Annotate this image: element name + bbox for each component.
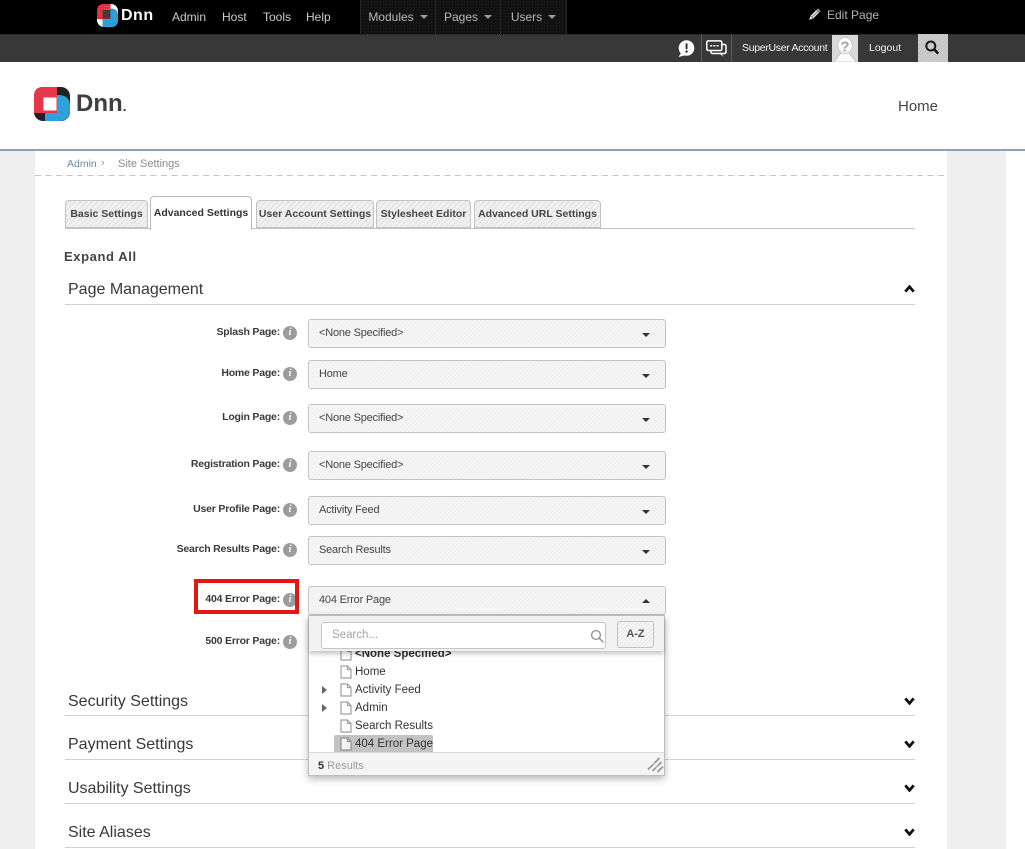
svg-text:?: ? (840, 39, 849, 56)
